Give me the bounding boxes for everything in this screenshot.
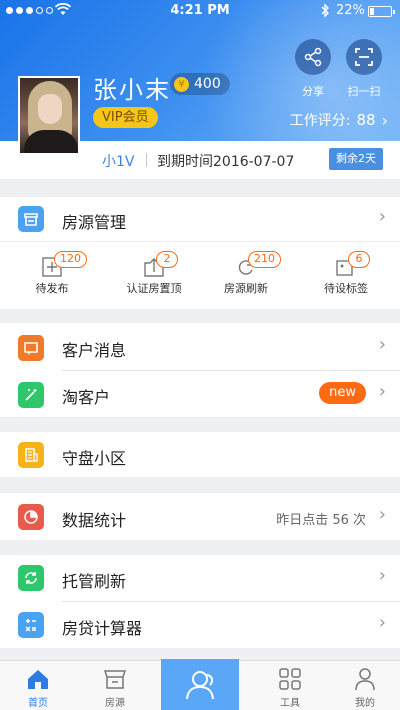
vip-badge[interactable]: VIP会员	[93, 107, 158, 128]
tools-card: 托管刷新 › 房贷计算器 ›	[0, 555, 400, 648]
work-score[interactable]: 工作评分: 88 ›	[290, 110, 388, 130]
loan-calculator-row[interactable]: 房贷计算器 ›	[0, 602, 400, 648]
customer-message-label: 客户消息	[62, 341, 127, 360]
count-badge: 120	[54, 251, 87, 268]
customers-icon	[186, 671, 214, 700]
house-action-label: 房源刷新	[224, 282, 268, 295]
house-action-label: 待设标签	[324, 282, 368, 295]
person-icon	[355, 668, 375, 691]
store-icon	[18, 206, 44, 232]
scan-button[interactable]	[346, 39, 382, 75]
chevron-right-icon: ›	[381, 110, 388, 130]
house-management-label: 房源管理	[62, 213, 127, 232]
score-value: 88	[356, 111, 376, 129]
store-icon	[103, 670, 127, 689]
count-badge: 2	[156, 251, 178, 268]
tab-customers[interactable]	[161, 659, 239, 710]
sync-icon	[18, 565, 44, 591]
house-action-label: 待发布	[35, 282, 69, 295]
chevron-right-icon: ›	[378, 612, 386, 633]
share-icon	[304, 47, 322, 67]
member-level: 小1V	[102, 154, 135, 170]
scan-label: 扫一扫	[347, 85, 381, 98]
level-divider	[146, 153, 147, 167]
guard-area-card: 守盘小区	[0, 432, 400, 477]
house-management-card: 房源管理 › 120 待发布 2 认证房置顶 210 房源刷新 6 待设标签	[0, 197, 400, 309]
building-icon	[18, 442, 44, 468]
count-badge: 6	[348, 251, 370, 268]
tab-label: 房源	[105, 698, 125, 709]
chevron-right-icon: ›	[378, 565, 386, 586]
yesterday-clicks: 昨日点击 56 次	[276, 513, 366, 528]
customer-message-row[interactable]: 客户消息 ›	[0, 323, 400, 370]
house-action-refresh[interactable]: 210 房源刷新	[196, 242, 296, 300]
score-label: 工作评分:	[289, 113, 351, 129]
magic-wand-icon	[18, 382, 44, 408]
tab-label: 首页	[28, 698, 48, 709]
chevron-right-icon: ›	[378, 206, 386, 227]
stats-row[interactable]: 数据统计 昨日点击 56 次 ›	[0, 493, 400, 540]
chevron-right-icon: ›	[378, 334, 386, 355]
tab-mine[interactable]: 我的	[330, 661, 400, 710]
tab-home[interactable]: 首页	[0, 661, 76, 710]
chevron-right-icon: ›	[378, 381, 386, 402]
calculator-icon	[18, 612, 44, 638]
new-badge: new	[319, 382, 366, 404]
guard-area-row[interactable]: 守盘小区	[0, 432, 400, 477]
stats-label: 数据统计	[62, 511, 127, 530]
remaining-days-badge[interactable]: 剩余2天	[329, 148, 383, 170]
house-action-label: 认证房置顶	[126, 282, 182, 295]
house-action-pin-verified[interactable]: 2 认证房置顶	[104, 242, 204, 300]
coin-balance[interactable]: ¥ 400	[170, 73, 230, 95]
house-action-pending-publish[interactable]: 120 待发布	[2, 242, 102, 300]
loan-calculator-label: 房贷计算器	[62, 619, 143, 638]
battery-icon	[368, 6, 395, 17]
home-icon	[28, 670, 48, 689]
chevron-right-icon: ›	[378, 504, 386, 525]
user-name: 张小末	[93, 76, 171, 104]
hosting-refresh-label: 托管刷新	[62, 572, 127, 591]
tab-tools[interactable]: 工具	[250, 661, 330, 710]
bluetooth-icon	[321, 3, 329, 18]
house-action-set-tags[interactable]: 6 待设标签	[296, 242, 396, 300]
grid-icon	[279, 668, 301, 690]
message-icon	[18, 335, 44, 361]
tab-bar: 首页 房源 工具 我的	[0, 659, 400, 710]
count-badge: 210	[248, 251, 281, 268]
hosting-refresh-row[interactable]: 托管刷新 ›	[0, 555, 400, 601]
tab-label: 工具	[280, 698, 300, 709]
tao-customer-row[interactable]: 淘客户 new ›	[0, 370, 400, 417]
tao-customer-label: 淘客户	[62, 388, 111, 407]
scan-icon	[355, 48, 373, 66]
tab-label: 我的	[355, 698, 375, 709]
pie-chart-icon	[18, 504, 44, 530]
house-actions: 120 待发布 2 认证房置顶 210 房源刷新 6 待设标签	[0, 241, 400, 299]
status-bar: 4:21 PM 22%	[0, 0, 400, 22]
house-management-row[interactable]: 房源管理 ›	[0, 197, 400, 241]
guard-area-label: 守盘小区	[62, 449, 127, 468]
battery-percent: 22%	[336, 3, 365, 18]
stats-card: 数据统计 昨日点击 56 次 ›	[0, 493, 400, 540]
share-button[interactable]	[295, 39, 331, 75]
customer-card: 客户消息 › 淘客户 new ›	[0, 323, 400, 417]
expire-date: 到期时间2016-07-07	[157, 154, 295, 170]
coin-value: 400	[194, 76, 221, 92]
avatar[interactable]	[18, 76, 80, 155]
tab-listings[interactable]: 房源	[76, 661, 154, 710]
coin-icon: ¥	[174, 76, 189, 92]
